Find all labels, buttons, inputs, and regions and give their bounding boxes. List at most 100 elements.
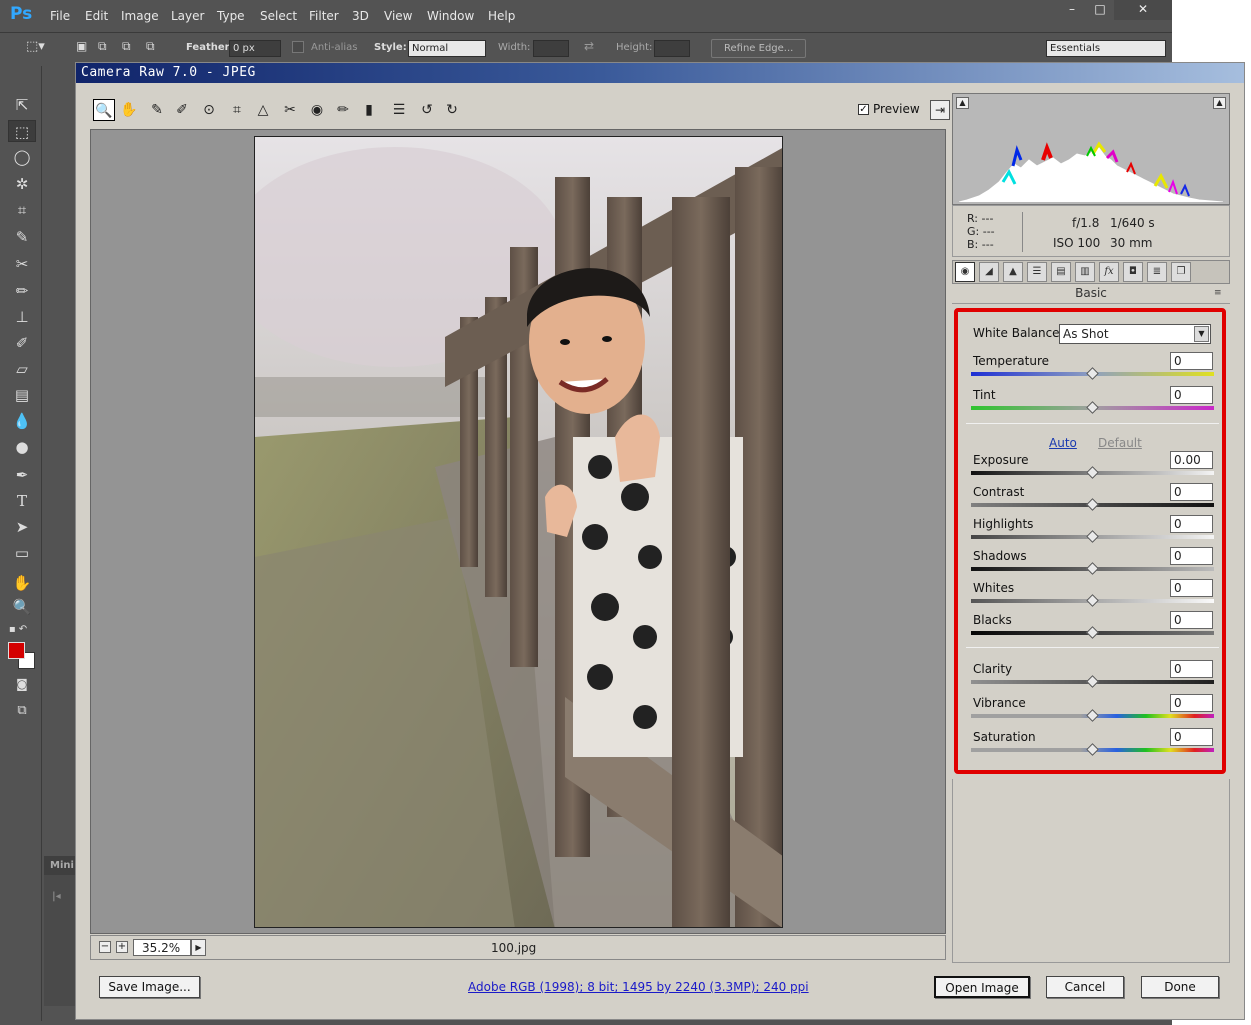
height-input[interactable] [654, 40, 690, 57]
preview-toggle[interactable]: ✓ Preview [858, 102, 920, 116]
brush-tool-icon[interactable]: ✏ [8, 280, 36, 302]
clarity-field[interactable]: 0 [1170, 660, 1213, 678]
whites-field[interactable]: 0 [1170, 579, 1213, 597]
tint-slider[interactable] [971, 401, 1214, 414]
tint-field[interactable]: 0 [1170, 386, 1213, 404]
eyedropper-tool-icon[interactable]: ✎ [8, 226, 36, 248]
subtract-selection-icon[interactable]: ⧉ [122, 39, 131, 54]
tab-detail-icon[interactable]: ▲ [1003, 262, 1023, 282]
screen-mode-icon[interactable]: ⧉ [8, 700, 36, 722]
red-eye-icon[interactable]: ◉ [306, 99, 328, 121]
hand-tool-icon[interactable]: ✋ [118, 99, 140, 121]
contrast-slider[interactable] [971, 498, 1214, 511]
shadows-slider-thumb[interactable] [1085, 562, 1099, 575]
image-preview-area[interactable] [90, 129, 946, 934]
shape-tool-icon[interactable]: ▭ [8, 542, 36, 564]
auto-link[interactable]: Auto [1049, 436, 1077, 450]
saturation-field[interactable]: 0 [1170, 728, 1213, 746]
workflow-options-link[interactable]: Adobe RGB (1998); 8 bit; 1495 by 2240 (3… [468, 980, 809, 994]
intersect-selection-icon[interactable]: ⧉ [146, 39, 155, 54]
fullscreen-icon[interactable]: ⇥ [930, 100, 950, 120]
eraser-tool-icon[interactable]: ▱ [8, 358, 36, 380]
style-select[interactable]: Normal [408, 40, 486, 57]
clarity-slider[interactable] [971, 675, 1214, 688]
menu-type[interactable]: Type [217, 9, 245, 23]
mini-bridge-tab[interactable]: Mini [44, 856, 76, 875]
shadows-field[interactable]: 0 [1170, 547, 1213, 565]
zoom-level-field[interactable]: 35.2% [133, 939, 191, 956]
marquee-preset-icon[interactable]: ⬚▾ [26, 39, 45, 54]
menu-image[interactable]: Image [121, 9, 159, 23]
menu-file[interactable]: File [50, 9, 70, 23]
panel-menu-icon[interactable]: ≡ [1214, 288, 1222, 298]
temperature-slider[interactable] [971, 367, 1214, 380]
tint-slider-thumb[interactable] [1085, 401, 1099, 414]
exposure-slider[interactable] [971, 466, 1214, 479]
menu-view[interactable]: View [384, 9, 412, 23]
blur-tool-icon[interactable]: 💧 [8, 410, 36, 432]
rotate-right-icon[interactable]: ↻ [441, 99, 463, 121]
menu-filter[interactable]: Filter [309, 9, 339, 23]
mini-bridge-prev-icon[interactable]: |◂ [44, 875, 76, 918]
preview-checkbox[interactable]: ✓ [858, 103, 869, 115]
save-image-button[interactable]: Save Image... [99, 976, 200, 998]
cancel-button[interactable]: Cancel [1046, 976, 1124, 998]
new-selection-icon[interactable]: ▣ [76, 39, 87, 53]
path-selection-icon[interactable]: ➤ [8, 516, 36, 538]
tab-basic-icon[interactable]: ◉ [955, 262, 975, 282]
default-colors-icon[interactable]: ▪ ↶ [4, 619, 32, 641]
spot-removal-icon[interactable]: ✂ [279, 99, 301, 121]
tab-effects-icon[interactable]: fx [1099, 262, 1119, 282]
lasso-tool-icon[interactable]: ◯ [8, 146, 36, 168]
highlights-field[interactable]: 0 [1170, 515, 1213, 533]
tab-presets-icon[interactable]: ≣ [1147, 262, 1167, 282]
menu-window[interactable]: Window [427, 9, 474, 23]
crop-tool-icon[interactable]: ⌗ [8, 199, 36, 221]
straighten-tool-icon[interactable]: △ [252, 99, 274, 121]
contrast-slider-thumb[interactable] [1085, 498, 1099, 511]
refine-edge-button[interactable]: Refine Edge... [711, 39, 807, 58]
menu-layer[interactable]: Layer [171, 9, 204, 23]
gradient-tool-icon[interactable]: ▤ [8, 384, 36, 406]
feather-input[interactable]: 0 px [229, 40, 281, 57]
vibrance-slider[interactable] [971, 709, 1214, 722]
dodge-tool-icon[interactable]: ● [8, 436, 36, 458]
whites-slider-thumb[interactable] [1085, 594, 1099, 607]
vibrance-field[interactable]: 0 [1170, 694, 1213, 712]
tab-tone-curve-icon[interactable]: ◢ [979, 262, 999, 282]
tab-camera-calibration-icon[interactable]: ◘ [1123, 262, 1143, 282]
whites-slider[interactable] [971, 594, 1214, 607]
menu-3d[interactable]: 3D [352, 9, 369, 23]
tab-split-toning-icon[interactable]: ▤ [1051, 262, 1071, 282]
foreground-color-swatch[interactable] [8, 642, 25, 659]
move-tool-icon[interactable]: ⇱ [8, 94, 36, 116]
highlights-slider[interactable] [971, 530, 1214, 543]
marquee-tool-icon[interactable]: ⬚ [8, 120, 36, 142]
tab-hsl-icon[interactable]: ☰ [1027, 262, 1047, 282]
rotate-left-icon[interactable]: ↺ [416, 99, 438, 121]
temperature-field[interactable]: 0 [1170, 352, 1213, 370]
saturation-slider-thumb[interactable] [1085, 743, 1099, 756]
quick-mask-icon[interactable]: ◙ [8, 673, 36, 695]
color-sampler-tool-icon[interactable]: ✐ [171, 99, 193, 121]
default-link[interactable]: Default [1098, 436, 1142, 450]
preferences-icon[interactable]: ☰ [388, 99, 410, 121]
swap-icon[interactable]: ⇄ [584, 39, 594, 53]
contrast-field[interactable]: 0 [1170, 483, 1213, 501]
blacks-field[interactable]: 0 [1170, 611, 1213, 629]
highlights-slider-thumb[interactable] [1085, 530, 1099, 543]
zoom-in-button[interactable]: + [116, 941, 128, 953]
healing-tool-icon[interactable]: ✂ [8, 253, 36, 275]
stamp-tool-icon[interactable]: ⊥ [8, 306, 36, 328]
pen-tool-icon[interactable]: ✒ [8, 464, 36, 486]
hand-tool-icon[interactable]: ✋ [8, 572, 36, 594]
temperature-slider-thumb[interactable] [1085, 367, 1099, 380]
maximize-button[interactable]: □ [1086, 0, 1114, 20]
width-input[interactable] [533, 40, 569, 57]
close-button[interactable]: ✕ [1114, 0, 1172, 20]
graduated-filter-icon[interactable]: ▮ [358, 99, 380, 121]
zoom-out-button[interactable]: − [99, 941, 111, 953]
type-tool-icon[interactable]: T [8, 490, 36, 512]
tab-lens-corrections-icon[interactable]: ▥ [1075, 262, 1095, 282]
magic-wand-icon[interactable]: ✲ [8, 173, 36, 195]
